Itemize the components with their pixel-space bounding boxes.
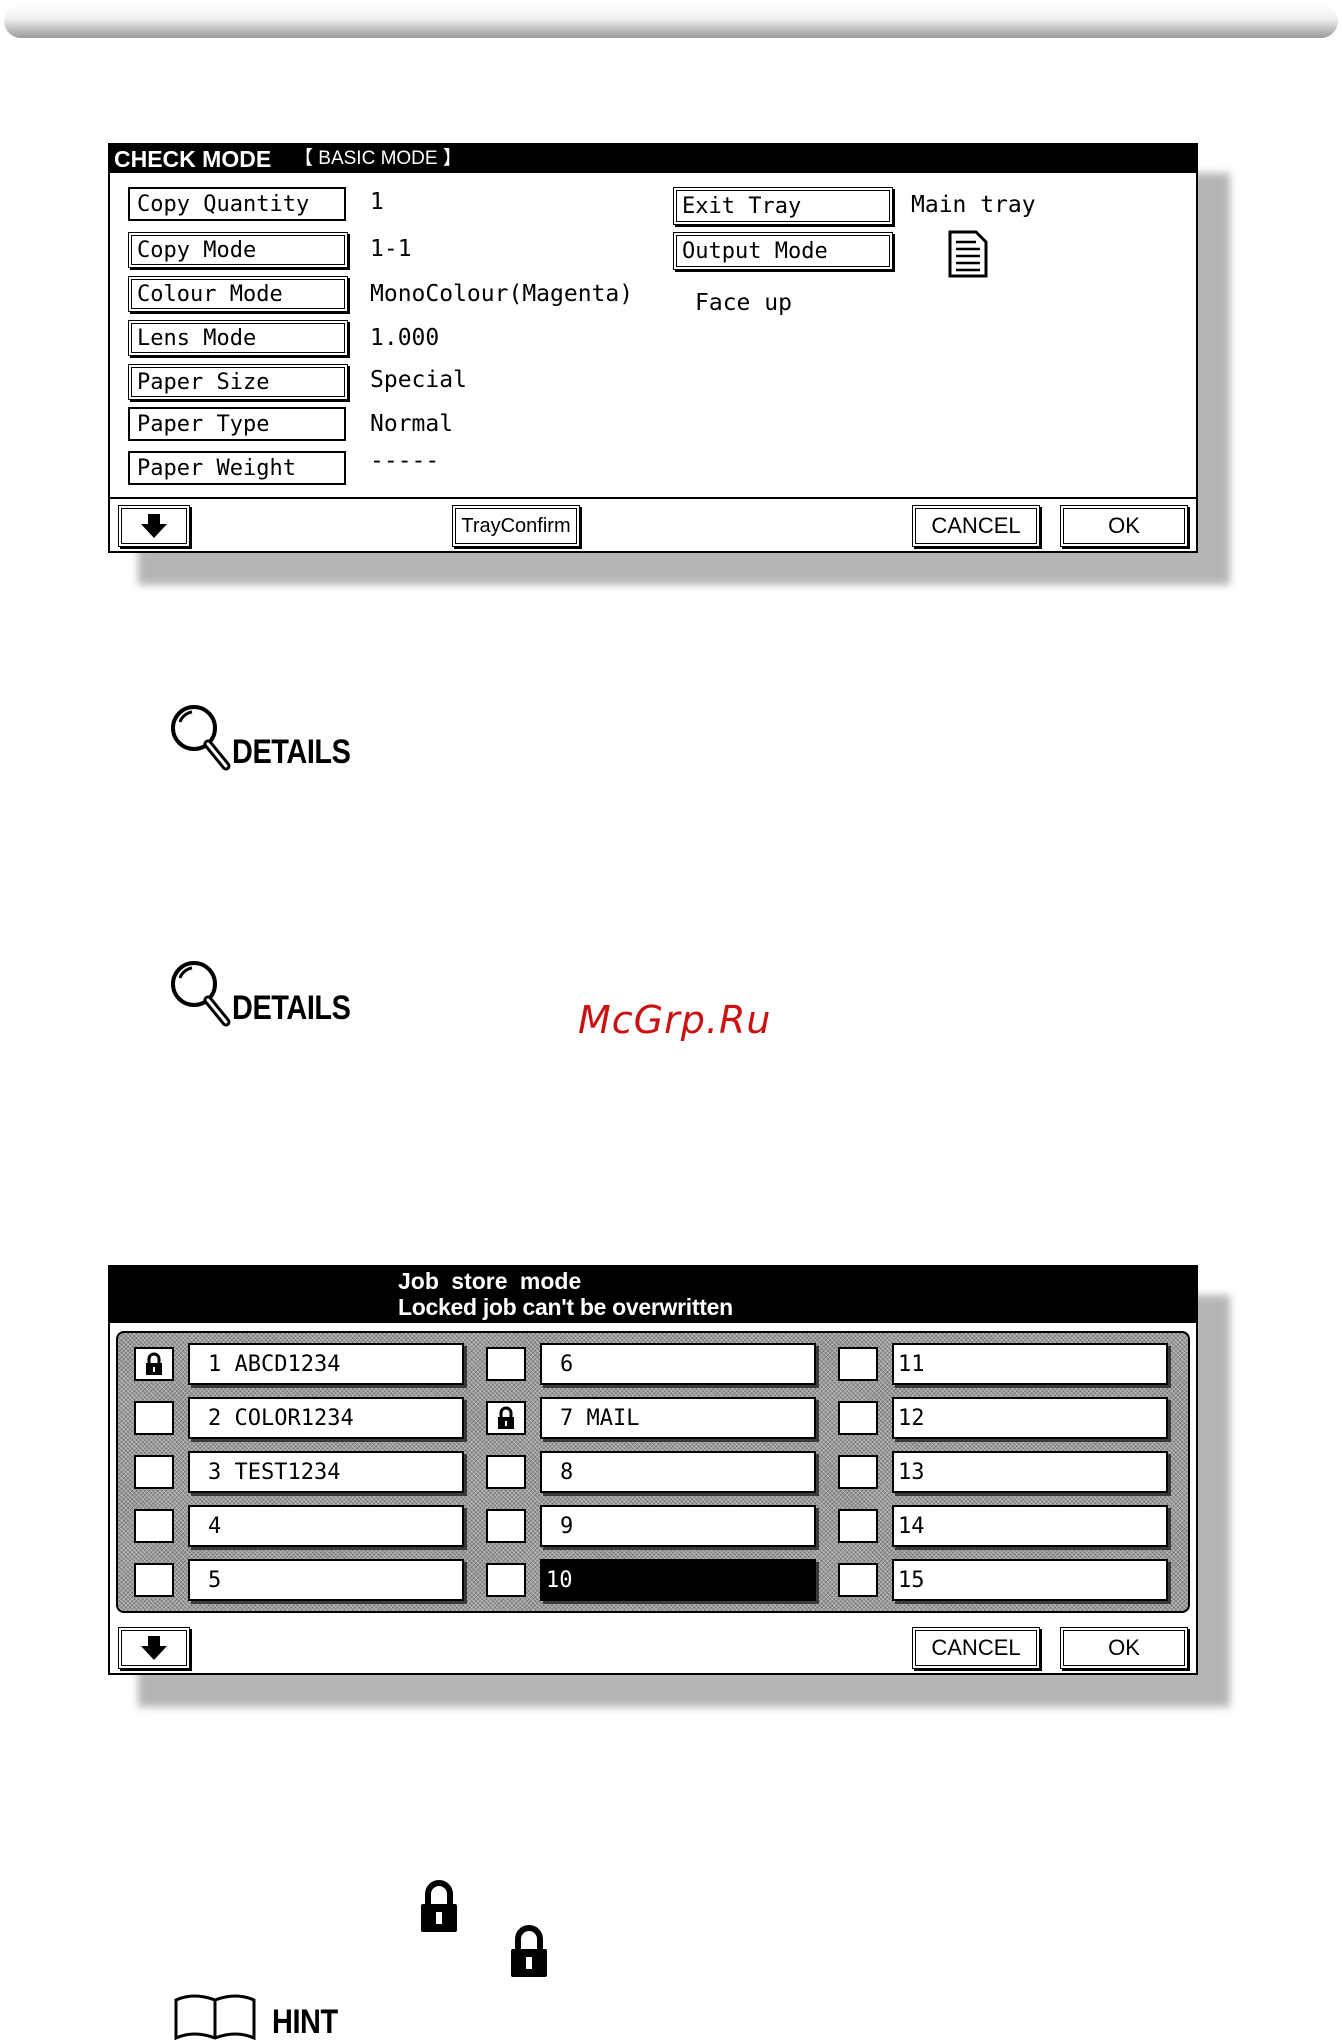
- colour-mode-value: MonoColour(Magenta): [370, 281, 634, 307]
- copy-quantity-value: 1: [370, 189, 384, 215]
- lock-toggle-1[interactable]: [134, 1347, 174, 1381]
- details-note-1: DETAILS: [168, 702, 371, 774]
- lock-toggle-5[interactable]: [134, 1563, 174, 1597]
- face-up-document-icon: [946, 229, 990, 279]
- job-slot-3[interactable]: 3 TEST1234: [188, 1451, 464, 1493]
- lens-mode-value: 1.000: [370, 325, 440, 351]
- lock-toggle-4[interactable]: [134, 1509, 174, 1543]
- copy-mode-button[interactable]: Copy Mode: [128, 232, 348, 268]
- colour-mode-button[interactable]: Colour Mode: [128, 276, 348, 312]
- lock-toggle-13[interactable]: [838, 1455, 878, 1489]
- check-mode-panel: CHECK MODE 【 BASIC MODE 】 Copy Quantity …: [108, 143, 1233, 593]
- details-note-2: DETAILS: [168, 958, 371, 1030]
- lock-icon: [146, 1352, 162, 1375]
- lock-toggle-14[interactable]: [838, 1509, 878, 1543]
- paper-weight-label: Paper Weight: [128, 451, 346, 485]
- job-store-subtitle: Locked job can't be overwritten: [398, 1294, 733, 1320]
- magnifier-icon: [171, 961, 231, 1027]
- paper-weight-value: -----: [370, 448, 440, 474]
- check-mode-header: CHECK MODE 【 BASIC MODE 】: [110, 145, 1196, 173]
- output-mode-button[interactable]: Output Mode: [673, 232, 893, 270]
- copy-quantity-label: Copy Quantity: [128, 187, 346, 221]
- lock-toggle-9[interactable]: [486, 1509, 526, 1543]
- paper-type-value: Normal: [370, 411, 454, 437]
- check-mode-title: CHECK MODE: [114, 146, 272, 172]
- check-mode-footer-divider: [110, 497, 1196, 499]
- job-store-header: Job store mode Locked job can't be overw…: [110, 1267, 1196, 1323]
- lock-toggle-3[interactable]: [134, 1455, 174, 1489]
- copy-mode-value: 1-1: [370, 236, 412, 262]
- job-store-panel: Job store mode Locked job can't be overw…: [108, 1265, 1233, 1715]
- lock-toggle-15[interactable]: [838, 1563, 878, 1597]
- arrow-down-icon: [141, 1636, 167, 1660]
- job-slot-1[interactable]: 1 ABCD1234: [188, 1343, 464, 1385]
- job-slot-11[interactable]: 11: [892, 1343, 1168, 1385]
- job-slot-9[interactable]: 9: [540, 1505, 816, 1547]
- lock-icon: [508, 1925, 550, 1983]
- job-slot-5[interactable]: 5: [188, 1559, 464, 1601]
- details-label-1: DETAILS: [232, 733, 351, 771]
- job-slot-13[interactable]: 13: [892, 1451, 1168, 1493]
- output-mode-value: Face up: [695, 290, 792, 316]
- arrow-down-icon: [141, 514, 167, 538]
- job-store-title: Job store mode: [398, 1268, 582, 1294]
- lock-toggle-7[interactable]: [486, 1401, 526, 1435]
- lens-mode-button[interactable]: Lens Mode: [128, 320, 348, 356]
- lock-toggle-11[interactable]: [838, 1347, 878, 1381]
- job-slot-grid: 1 ABCD1234 2 COLOR1234 3 TEST1234 4 5 6 …: [116, 1331, 1190, 1613]
- hint-note: HINT: [172, 1992, 349, 2041]
- lock-toggle-2[interactable]: [134, 1401, 174, 1435]
- job-slot-12[interactable]: 12: [892, 1397, 1168, 1439]
- lock-toggle-6[interactable]: [486, 1347, 526, 1381]
- job-store-cancel-button[interactable]: CANCEL: [912, 1627, 1040, 1669]
- job-slot-8[interactable]: 8: [540, 1451, 816, 1493]
- lock-icon: [498, 1406, 514, 1429]
- lock-toggle-10[interactable]: [486, 1563, 526, 1597]
- job-slot-15[interactable]: 15: [892, 1559, 1168, 1601]
- hint-label: HINT: [272, 2003, 338, 2041]
- exit-tray-value: Main tray: [911, 192, 1036, 218]
- details-label-2: DETAILS: [232, 989, 351, 1027]
- job-slot-4[interactable]: 4: [188, 1505, 464, 1547]
- job-slot-6[interactable]: 6: [540, 1343, 816, 1385]
- paper-size-button[interactable]: Paper Size: [128, 364, 348, 400]
- job-store-ok-button[interactable]: OK: [1060, 1627, 1188, 1669]
- open-book-icon: [174, 1994, 256, 2040]
- check-mode-cancel-button[interactable]: CANCEL: [912, 505, 1040, 547]
- job-slot-7[interactable]: 7 MAIL: [540, 1397, 816, 1439]
- job-slot-10[interactable]: 10: [540, 1559, 816, 1601]
- check-mode-ok-button[interactable]: OK: [1060, 505, 1188, 547]
- magnifier-icon: [171, 705, 231, 771]
- job-slot-14[interactable]: 14: [892, 1505, 1168, 1547]
- exit-tray-button[interactable]: Exit Tray: [673, 187, 893, 225]
- job-slot-2[interactable]: 2 COLOR1234: [188, 1397, 464, 1439]
- paper-size-value: Special: [370, 367, 467, 393]
- page-header-bar: [4, 4, 1338, 38]
- lock-toggle-8[interactable]: [486, 1455, 526, 1489]
- tray-confirm-button[interactable]: TrayConfirm: [452, 505, 580, 547]
- watermark: McGrp.Ru: [578, 998, 772, 1042]
- lock-icon: [418, 1880, 460, 1938]
- scroll-down-button[interactable]: [118, 505, 190, 547]
- job-scroll-down-button[interactable]: [118, 1627, 190, 1669]
- paper-type-label: Paper Type: [128, 407, 346, 441]
- check-mode-subtitle: 【 BASIC MODE 】: [294, 148, 462, 169]
- lock-toggle-12[interactable]: [838, 1401, 878, 1435]
